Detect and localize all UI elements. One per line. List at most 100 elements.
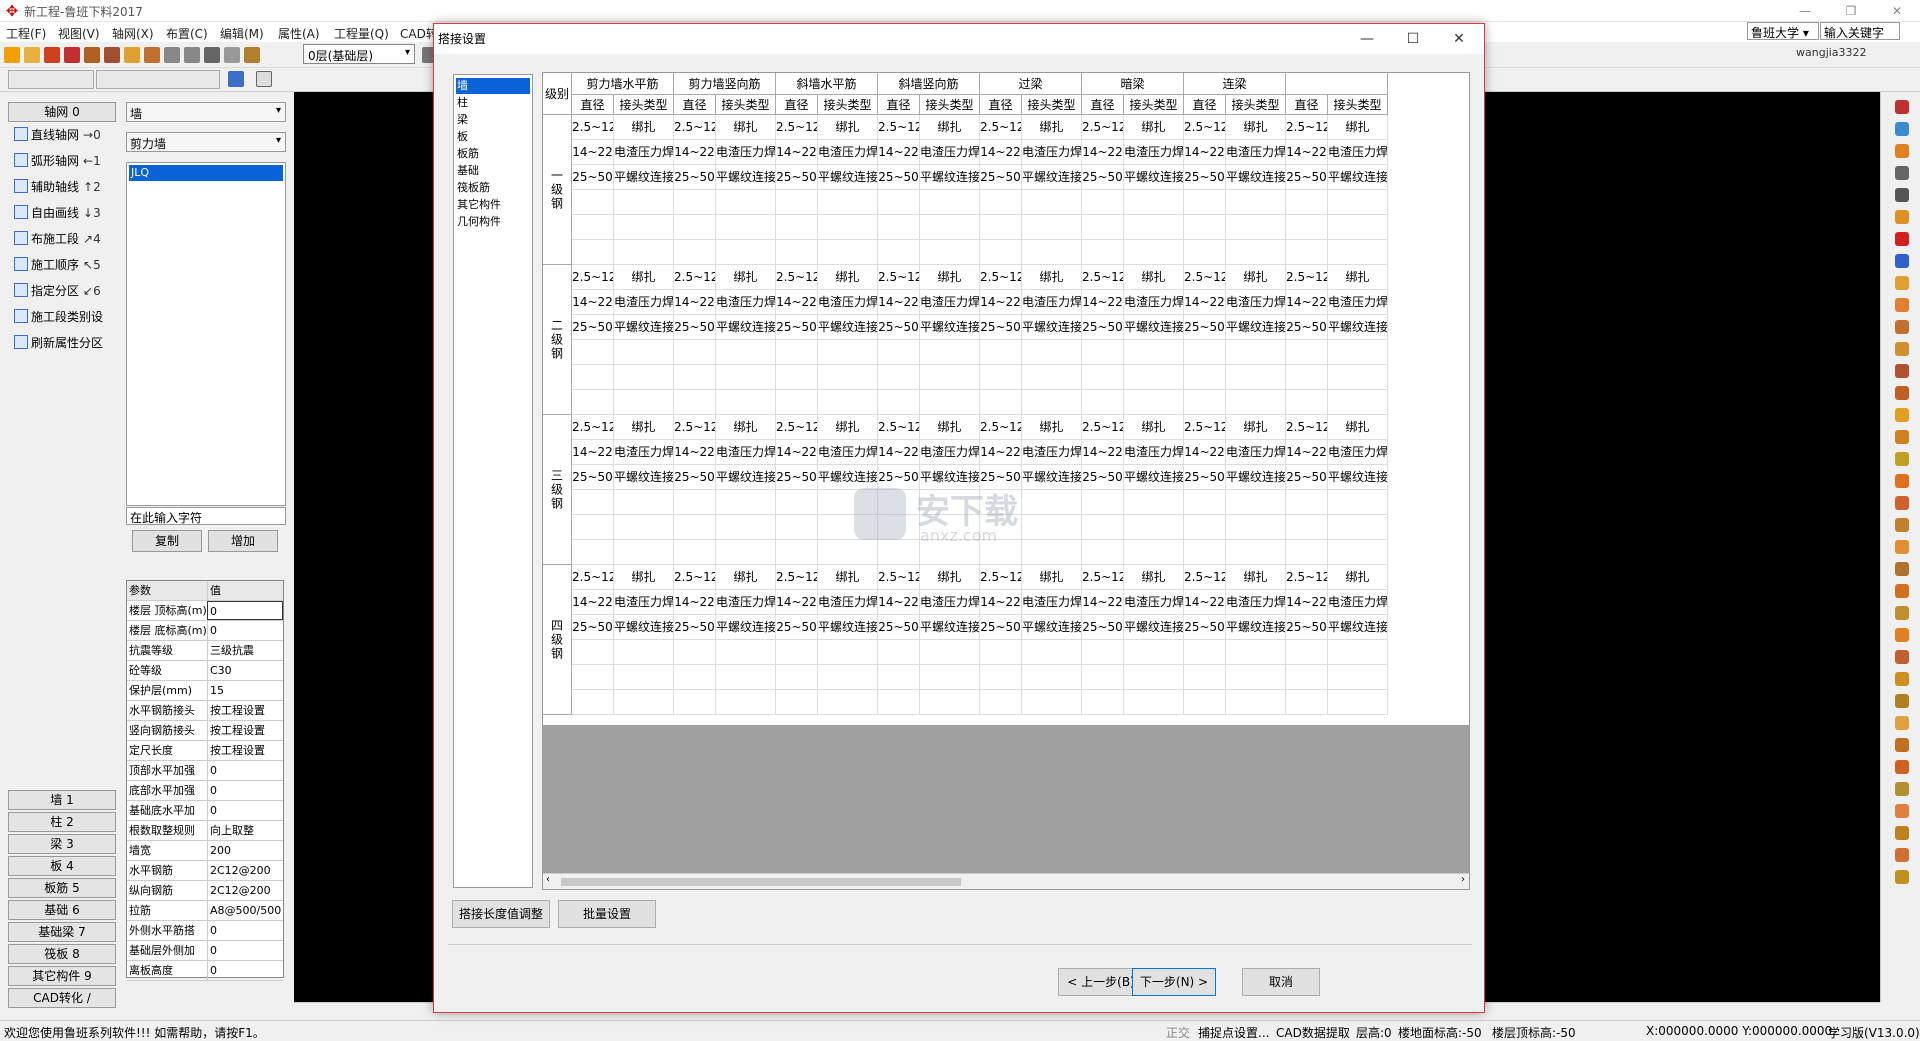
property-row[interactable]: 楼层 顶标高(m) 0 xyxy=(127,601,283,621)
diameter-cell[interactable] xyxy=(1082,390,1124,415)
category-item[interactable]: 筏板筋 xyxy=(456,180,530,196)
joint-type-cell[interactable]: 电渣压力焊 xyxy=(818,440,878,465)
menu-attribute[interactable]: 属性(A) xyxy=(278,25,320,42)
diameter-cell[interactable]: 14~22 xyxy=(980,440,1022,465)
diameter-cell[interactable] xyxy=(776,640,818,665)
joint-type-cell[interactable]: 平螺纹连接 xyxy=(716,165,776,190)
category-item[interactable]: 板 xyxy=(456,129,530,145)
copy-button[interactable]: 复制 xyxy=(132,530,202,552)
tool-icon-17[interactable] xyxy=(1895,452,1909,466)
property-value[interactable]: 按工程设置 xyxy=(207,721,283,740)
diameter-cell[interactable]: 2.5~12 xyxy=(674,415,716,440)
minimize-icon[interactable]: — xyxy=(1782,0,1828,22)
joint-type-cell[interactable] xyxy=(1328,365,1388,390)
joint-type-cell[interactable]: 平螺纹连接 xyxy=(1328,465,1388,490)
nav-group-wall[interactable]: 墙 1 xyxy=(8,790,116,810)
joint-type-cell[interactable] xyxy=(1124,515,1184,540)
joint-type-cell[interactable] xyxy=(614,515,674,540)
diameter-cell[interactable]: 25~50 xyxy=(674,165,716,190)
nav-item-segment-type[interactable]: 施工段类别设 xyxy=(14,307,103,327)
diameter-cell[interactable]: 25~50 xyxy=(776,615,818,640)
diameter-cell[interactable]: 25~50 xyxy=(1286,315,1328,340)
component-list[interactable]: JLQ xyxy=(126,162,286,506)
diameter-cell[interactable]: 14~22 xyxy=(1286,140,1328,165)
diameter-cell[interactable] xyxy=(1286,340,1328,365)
joint-type-cell[interactable] xyxy=(1022,665,1082,690)
property-row[interactable]: 竖向钢筋接头 按工程设置 xyxy=(127,721,283,741)
property-value[interactable]: 2C12@200 xyxy=(207,881,283,900)
tool-icon-19[interactable] xyxy=(1895,496,1909,510)
diameter-cell[interactable] xyxy=(776,340,818,365)
menu-project[interactable]: 工程(F) xyxy=(6,25,46,42)
joint-type-cell[interactable]: 电渣压力焊 xyxy=(614,140,674,165)
joint-type-cell[interactable]: 绑扎 xyxy=(818,415,878,440)
diameter-cell[interactable] xyxy=(674,390,716,415)
tool-icon-20[interactable] xyxy=(1895,518,1909,532)
tool-icon-5[interactable] xyxy=(1895,188,1909,202)
diameter-cell[interactable] xyxy=(1184,690,1226,715)
property-value[interactable]: 15 xyxy=(207,681,283,700)
joint-type-cell[interactable] xyxy=(1022,365,1082,390)
diameter-cell[interactable] xyxy=(572,640,614,665)
tool-icon-1[interactable] xyxy=(1895,100,1909,114)
diameter-cell[interactable] xyxy=(878,365,920,390)
joint-type-cell[interactable] xyxy=(1022,215,1082,240)
diameter-cell[interactable] xyxy=(980,365,1022,390)
diameter-cell[interactable]: 2.5~12 xyxy=(980,565,1022,590)
tool-icon-13[interactable] xyxy=(1895,364,1909,378)
joint-type-cell[interactable] xyxy=(1226,190,1286,215)
tool-icon-33[interactable] xyxy=(1895,804,1909,818)
diameter-cell[interactable]: 14~22 xyxy=(572,440,614,465)
joint-type-cell[interactable] xyxy=(1328,240,1388,265)
property-value[interactable]: 0 xyxy=(207,941,283,960)
property-row[interactable]: 根数取整规则 向上取整 xyxy=(127,821,283,841)
tool-icon-12[interactable] xyxy=(1895,342,1909,356)
diameter-cell[interactable] xyxy=(1184,240,1226,265)
dialog-maximize-icon[interactable]: ☐ xyxy=(1390,24,1436,54)
diameter-cell[interactable]: 25~50 xyxy=(1082,315,1124,340)
diameter-cell[interactable]: 14~22 xyxy=(1286,440,1328,465)
diameter-cell[interactable] xyxy=(1286,190,1328,215)
nav-item-construction-order[interactable]: 施工顺序 ↖5 xyxy=(14,255,101,275)
joint-type-cell[interactable]: 绑扎 xyxy=(614,265,674,290)
joint-type-cell[interactable] xyxy=(920,340,980,365)
joint-type-cell[interactable]: 平螺纹连接 xyxy=(716,315,776,340)
diameter-cell[interactable]: 25~50 xyxy=(674,315,716,340)
property-row[interactable]: 定尺长度 按工程设置 xyxy=(127,741,283,761)
nav-item-arc-axis[interactable]: 弧形轴网 ←1 xyxy=(14,151,101,171)
tool-icon-34[interactable] xyxy=(1895,826,1909,840)
grid-horizontal-scrollbar[interactable]: ‹ › xyxy=(543,873,1469,889)
diameter-cell[interactable] xyxy=(1184,340,1226,365)
property-row[interactable]: 离板高度 0 xyxy=(127,961,283,981)
diameter-cell[interactable] xyxy=(776,390,818,415)
joint-type-cell[interactable]: 电渣压力焊 xyxy=(920,440,980,465)
diameter-cell[interactable] xyxy=(674,690,716,715)
cancel-button[interactable]: 取消 xyxy=(1242,968,1320,996)
diameter-cell[interactable]: 25~50 xyxy=(776,465,818,490)
diameter-cell[interactable] xyxy=(776,365,818,390)
joint-type-cell[interactable] xyxy=(614,340,674,365)
joint-type-cell[interactable]: 电渣压力焊 xyxy=(818,590,878,615)
property-value[interactable]: 2C12@200 xyxy=(207,861,283,880)
open-icon[interactable] xyxy=(24,47,40,63)
list-item[interactable]: JLQ xyxy=(129,165,283,181)
joint-type-cell[interactable]: 电渣压力焊 xyxy=(1124,140,1184,165)
diameter-cell[interactable]: 25~50 xyxy=(572,615,614,640)
diameter-cell[interactable]: 14~22 xyxy=(572,590,614,615)
diameter-cell[interactable] xyxy=(980,215,1022,240)
diameter-cell[interactable] xyxy=(1082,365,1124,390)
property-value[interactable]: 按工程设置 xyxy=(207,701,283,720)
joint-type-cell[interactable] xyxy=(1328,490,1388,515)
diameter-cell[interactable]: 14~22 xyxy=(674,290,716,315)
joint-type-cell[interactable]: 平螺纹连接 xyxy=(716,465,776,490)
nav-item-free-line[interactable]: 自由画线 ↓3 xyxy=(14,203,101,223)
diameter-cell[interactable]: 14~22 xyxy=(1184,590,1226,615)
nav-group-foundation-beam[interactable]: 基础梁 7 xyxy=(8,922,116,942)
tool-icon-35[interactable] xyxy=(1895,848,1909,862)
property-value[interactable]: 0 xyxy=(207,621,283,640)
property-row[interactable]: 基础底水平加 0 xyxy=(127,801,283,821)
diameter-cell[interactable] xyxy=(1082,690,1124,715)
diameter-cell[interactable]: 14~22 xyxy=(572,140,614,165)
property-row[interactable]: 基础层外侧加 0 xyxy=(127,941,283,961)
diameter-cell[interactable]: 2.5~12 xyxy=(776,265,818,290)
